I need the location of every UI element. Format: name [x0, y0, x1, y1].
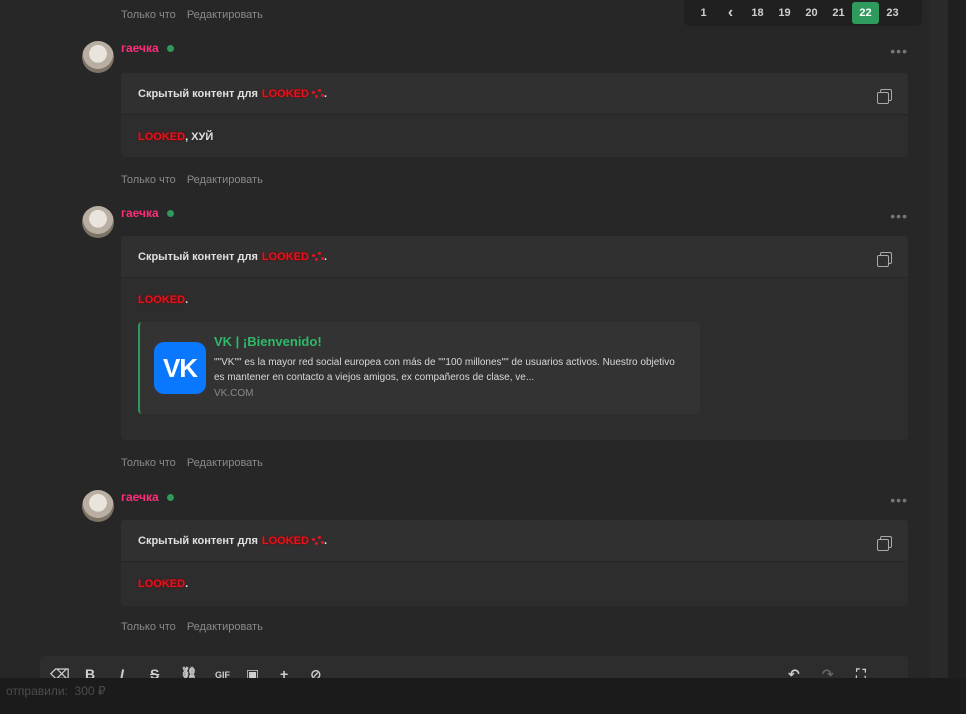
- author-name[interactable]: гаечка: [121, 206, 159, 220]
- hidden-user-name[interactable]: LOOKED: [262, 535, 309, 547]
- hidden-content-block: Скрытый контент для LOOKED . LOOKED, ХУЙ: [121, 73, 908, 157]
- hidden-content-body: LOOKED.: [121, 278, 908, 306]
- online-indicator: [167, 45, 174, 52]
- link-description: ""VK"" es la mayor red social europea co…: [214, 357, 675, 383]
- hidden-user-name[interactable]: LOOKED: [262, 88, 309, 100]
- hidden-user-name[interactable]: LOOKED: [262, 251, 309, 263]
- hidden-content-header: Скрытый контент для LOOKED .: [121, 236, 908, 278]
- page-19[interactable]: 19: [771, 2, 798, 24]
- more-options-icon[interactable]: •••: [890, 208, 908, 224]
- hidden-content-label: Скрытый контент для: [138, 87, 258, 100]
- hidden-content-label: Скрытый контент для: [138, 250, 258, 263]
- post-meta: Только что Редактировать: [121, 621, 271, 633]
- bottom-bar: отправили: ⁠ 300 ₽: [0, 678, 966, 714]
- edit-link[interactable]: Редактировать: [187, 621, 263, 633]
- thread-page: Только что Редактировать 1 ‹ 18 19 20 21…: [0, 0, 930, 714]
- page-23[interactable]: 23: [879, 2, 906, 24]
- post-time[interactable]: Только что: [121, 174, 176, 186]
- hidden-content-block: Скрытый контент для LOOKED . LOOKED.: [121, 520, 908, 606]
- hidden-content-header: Скрытый контент для LOOKED .: [121, 73, 908, 115]
- link-domain: VK.COM: [214, 388, 254, 399]
- copy-icon[interactable]: [877, 89, 892, 104]
- post-time[interactable]: Только что: [121, 621, 176, 633]
- user-badge-icon: [311, 251, 324, 262]
- page-18[interactable]: 18: [744, 2, 771, 24]
- post-meta: Только что Редактировать: [121, 174, 271, 186]
- post: гаечка ••• Скрытый контент для LOOKED . …: [82, 41, 908, 161]
- hidden-content-body: LOOKED, ХУЙ: [121, 115, 908, 143]
- hidden-content-body: LOOKED.: [121, 562, 908, 590]
- avatar[interactable]: [82, 490, 114, 522]
- author-name[interactable]: гаечка: [121, 490, 159, 504]
- copy-icon[interactable]: [877, 536, 892, 551]
- more-options-icon[interactable]: •••: [890, 492, 908, 508]
- online-indicator: [167, 210, 174, 217]
- page-20[interactable]: 20: [798, 2, 825, 24]
- copy-icon[interactable]: [877, 252, 892, 267]
- message-text: .: [185, 578, 189, 590]
- page-1[interactable]: 1: [690, 2, 717, 24]
- edit-link[interactable]: Редактировать: [187, 174, 263, 186]
- edit-link[interactable]: Редактировать: [187, 9, 263, 21]
- post-time[interactable]: Только что: [121, 457, 176, 469]
- message-text: , ХУЙ: [185, 131, 214, 143]
- avatar[interactable]: [82, 206, 114, 238]
- post: гаечка ••• Скрытый контент для LOOKED . …: [82, 490, 908, 610]
- mention-user[interactable]: LOOKED: [138, 578, 185, 590]
- page-21[interactable]: 21: [825, 2, 852, 24]
- post-meta-top: Только что Редактировать: [121, 9, 271, 21]
- avatar[interactable]: [82, 41, 114, 73]
- hidden-content-header: Скрытый контент для LOOKED .: [121, 520, 908, 562]
- edit-link[interactable]: Редактировать: [187, 457, 263, 469]
- author-name[interactable]: гаечка: [121, 41, 159, 55]
- post-meta: Только что Редактировать: [121, 457, 271, 469]
- page-prev-icon[interactable]: ‹: [717, 2, 744, 24]
- post: гаечка ••• Скрытый контент для LOOKED . …: [82, 206, 908, 446]
- hidden-content-block: Скрытый контент для LOOKED . LOOKED. VK …: [121, 236, 908, 440]
- scrollbar[interactable]: [930, 0, 966, 714]
- user-badge-icon: [311, 88, 324, 99]
- user-badge-icon: [311, 535, 324, 546]
- hidden-content-label: Скрытый контент для: [138, 534, 258, 547]
- page-22-current[interactable]: 22: [852, 2, 879, 24]
- message-text: .: [185, 294, 189, 306]
- pagination: 1 ‹ 18 19 20 21 22 23: [684, 0, 922, 26]
- mention-user[interactable]: LOOKED: [138, 131, 185, 143]
- bottom-bar-text: отправили: ⁠ 300 ₽: [6, 684, 106, 698]
- vk-logo-icon: VK: [154, 342, 206, 394]
- online-indicator: [167, 494, 174, 501]
- link-title[interactable]: VK | ¡Bienvenido!: [214, 334, 322, 349]
- post-time[interactable]: Только что: [121, 9, 176, 21]
- mention-user[interactable]: LOOKED: [138, 294, 185, 306]
- link-preview-card[interactable]: VK VK | ¡Bienvenido! ""VK"" es la mayor …: [138, 322, 700, 414]
- more-options-icon[interactable]: •••: [890, 43, 908, 59]
